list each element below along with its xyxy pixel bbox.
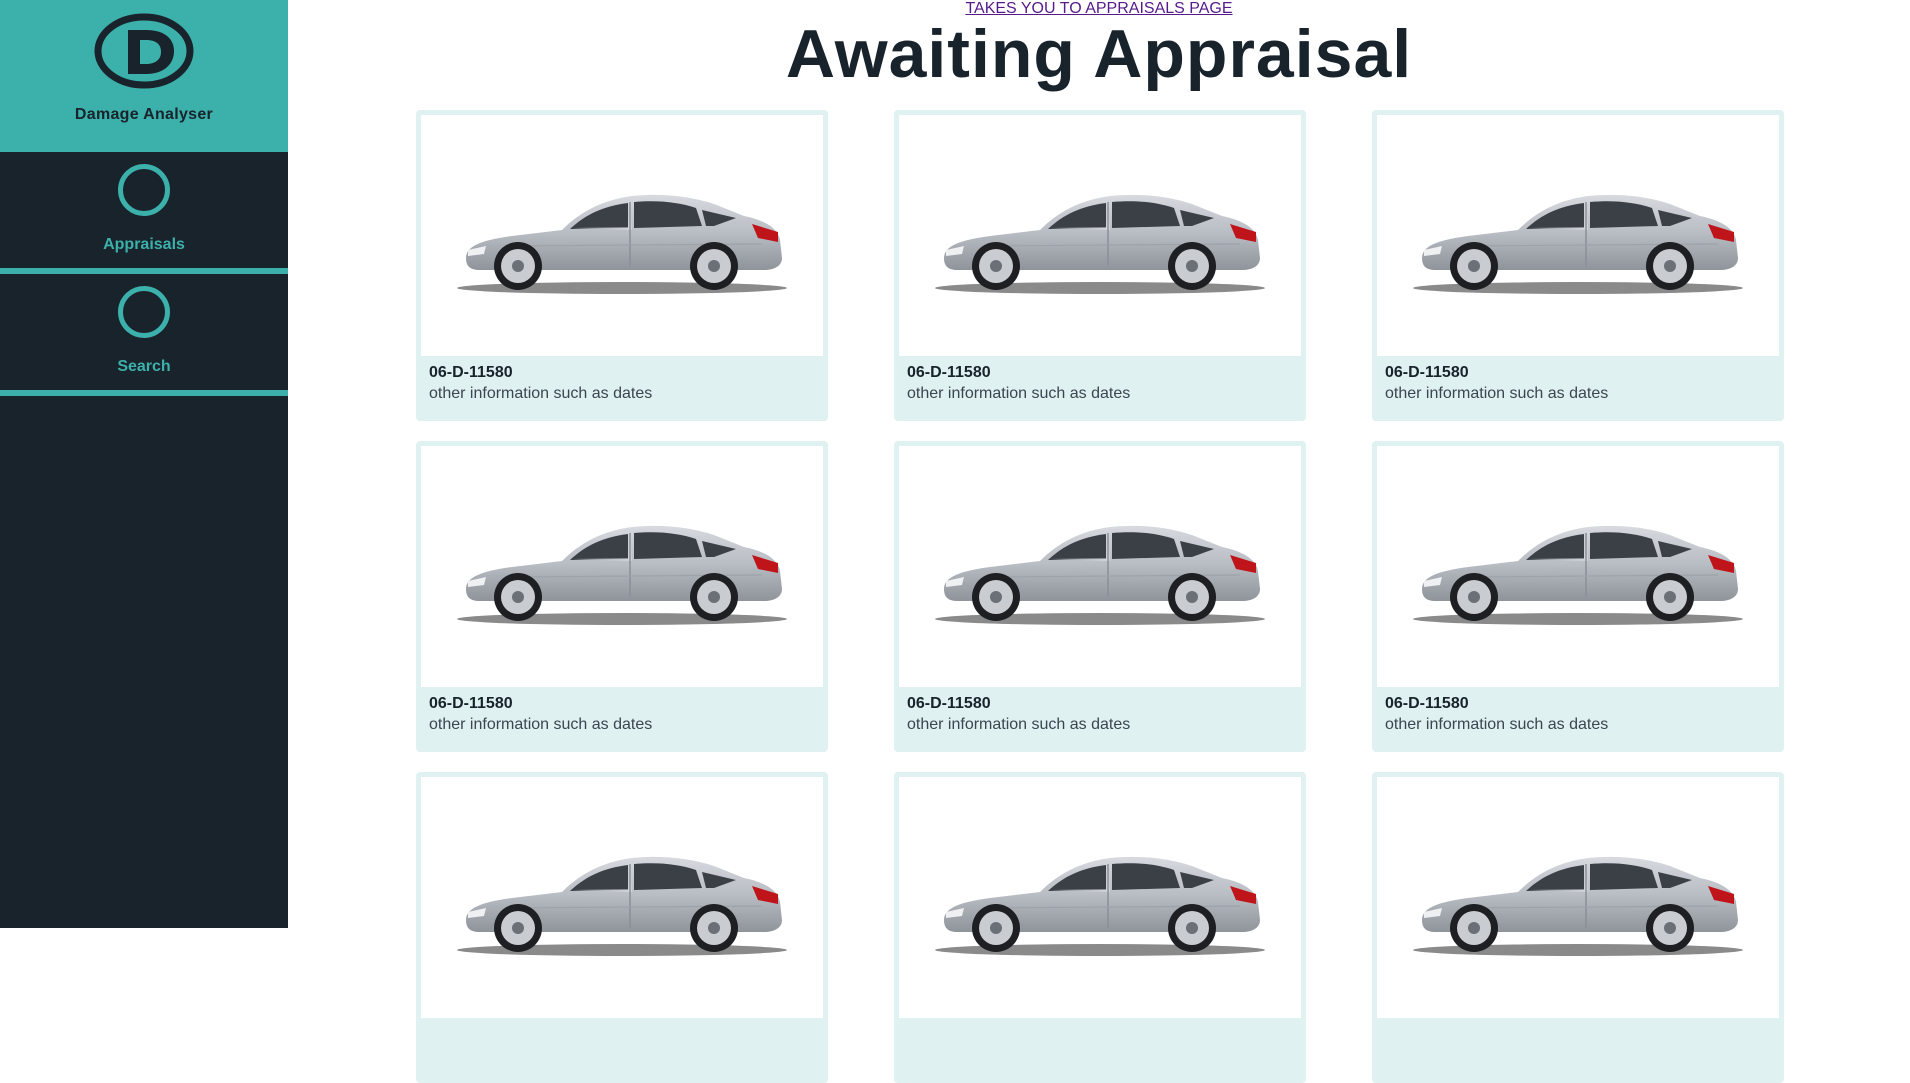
- brand-header: Damage Analyser: [0, 0, 288, 152]
- card-title: 06-D-11580: [1385, 364, 1469, 381]
- car-image: [1377, 446, 1779, 687]
- card-subtitle: other information such as dates: [429, 716, 653, 733]
- main-content: TAKES YOU TO APPRAISALS PAGE Awaiting Ap…: [288, 0, 1910, 1083]
- car-image: [421, 115, 823, 356]
- card-title: 06-D-11580: [907, 364, 991, 381]
- circle-icon: [118, 164, 170, 216]
- brand-name: Damage Analyser: [74, 106, 214, 123]
- appraisal-card[interactable]: 06-D-11580 other information such as date…: [894, 441, 1306, 752]
- sidebar-item-label: Appraisals: [103, 236, 185, 253]
- car-image: [899, 777, 1301, 1018]
- appraisal-card[interactable]: 06-D-11580 other information such as date…: [416, 441, 828, 752]
- appraisal-card[interactable]: 06-D-11580 other information such as date…: [894, 110, 1306, 421]
- car-image: [1377, 777, 1779, 1018]
- card-title: 06-D-11580: [429, 364, 513, 381]
- car-image: [899, 115, 1301, 356]
- page-title: Awaiting Appraisal: [785, 16, 1413, 92]
- appraisal-card[interactable]: 06-D-11580 other information such as date…: [1372, 110, 1784, 421]
- sidebar-item-search[interactable]: Search: [0, 274, 288, 396]
- card-subtitle: other information such as dates: [1385, 385, 1609, 402]
- card-title: 06-D-11580: [1385, 695, 1469, 712]
- car-image: [421, 446, 823, 687]
- sidebar-item-appraisals[interactable]: Appraisals: [0, 152, 288, 274]
- card-subtitle: other information such as dates: [1385, 716, 1609, 733]
- card-title: 06-D-11580: [907, 695, 991, 712]
- car-image: [421, 777, 823, 1018]
- sidebar-item-label: Search: [117, 358, 171, 375]
- circle-icon: [118, 286, 170, 338]
- sidebar: Damage Analyser Appraisals Search: [0, 0, 288, 928]
- card-subtitle: other information such as dates: [907, 716, 1131, 733]
- car-image: [1377, 115, 1779, 356]
- appraisal-card[interactable]: 06-D-11580 other information such as date…: [1372, 441, 1784, 752]
- card-subtitle: other information such as dates: [429, 385, 653, 402]
- car-image: [899, 446, 1301, 687]
- card-title: 06-D-11580: [429, 695, 513, 712]
- card-subtitle: other information such as dates: [907, 385, 1131, 402]
- appraisal-card[interactable]: 06-D-11580 other information such as date…: [416, 110, 828, 421]
- appraisal-grid: 06-D-11580 other information such as date…: [416, 110, 1784, 1083]
- d-logo-icon[interactable]: [94, 12, 194, 90]
